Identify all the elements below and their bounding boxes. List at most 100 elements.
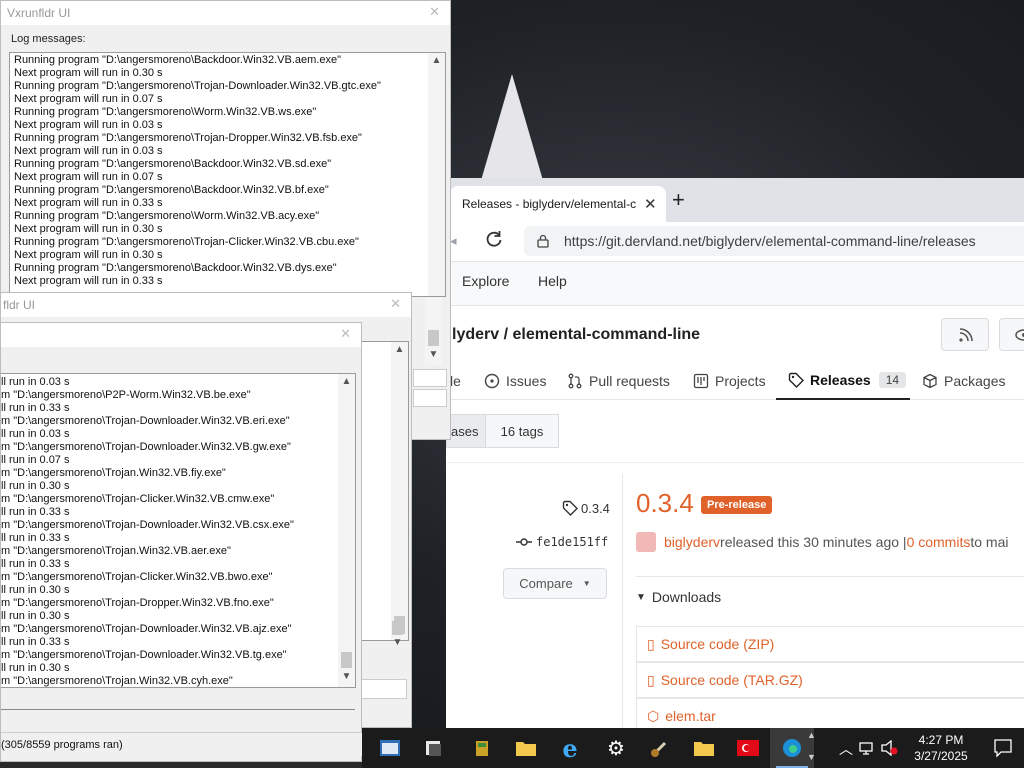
clock-date: 3/27/2025 — [914, 749, 968, 763]
release-commit-link[interactable]: fe1de151ff — [516, 535, 608, 549]
input-field[interactable] — [357, 679, 407, 699]
release-tag-link[interactable]: 0.3.4 — [562, 500, 610, 516]
project-board-icon — [693, 373, 709, 389]
tab-releases[interactable]: Releases - biglyderv/elemental-c ✕ — [450, 186, 666, 222]
caret-down-icon: ▼ — [636, 591, 646, 603]
log-messages-list[interactable]: ▲ — [357, 341, 409, 641]
scroll-up-icon[interactable]: ▲ — [340, 376, 353, 387]
nav-explore-link[interactable]: Explore — [462, 273, 509, 289]
tab-packages[interactable]: Packages — [922, 362, 1005, 400]
tab-projects[interactable]: Projects — [693, 362, 766, 400]
scroll-thumb[interactable] — [428, 330, 439, 346]
divider — [636, 576, 1024, 577]
pull-request-icon — [568, 373, 582, 389]
log-scrollbar-lower[interactable]: ▼ — [389, 611, 406, 651]
scroll-down-icon[interactable]: ▼ — [391, 637, 404, 648]
notification-icon[interactable] — [993, 738, 1013, 758]
log-scrollbar[interactable]: ▲ — [428, 53, 445, 296]
taskbar-internet-explorer-icon[interactable]: e — [548, 728, 592, 768]
eye-icon — [1015, 329, 1024, 341]
scroll-down-icon[interactable]: ▼ — [807, 752, 816, 762]
tab-close-icon[interactable]: ✕ — [644, 195, 657, 213]
author-link[interactable]: biglyderv — [664, 534, 720, 550]
taskbar-settings-gear-icon[interactable]: ⚙ — [594, 728, 638, 768]
taskbar-guitar-icon[interactable] — [638, 728, 682, 768]
log-lines: ll run in 0.03 sm "D:\angersmoreno\P2P-W… — [1, 376, 333, 687]
scroll-up-icon[interactable]: ▲ — [807, 730, 816, 740]
log-line: Running program "D:\angersmoreno\Backdoo… — [14, 184, 329, 196]
log-line: m "D:\angersmoreno\Trojan-Clicker.Win32.… — [1, 493, 275, 505]
system-tray: ▲ ▼ ︿ 4:27 PM 3/27/2025 — [807, 728, 1024, 768]
log-line: m "D:\angersmoreno\Trojan-Dropper.Win32.… — [1, 597, 274, 609]
download-source-zip[interactable]: ▯ Source code (ZIP) — [636, 626, 1024, 662]
tab-pull-requests[interactable]: Pull requests — [567, 362, 670, 400]
chevron-up-icon[interactable]: ︿ — [839, 739, 853, 759]
taskbar-flag-icon[interactable] — [726, 728, 770, 768]
nav-help-link[interactable]: Help — [538, 273, 567, 289]
package-icon: ⬡ — [647, 707, 660, 724]
lock-icon — [537, 234, 549, 248]
caret-down-icon: ▼ — [582, 579, 591, 588]
commits-link[interactable]: 0 commits — [907, 534, 971, 550]
log-line: Next program will run in 0.07 s — [14, 171, 163, 183]
taskbar-folder-icon[interactable] — [504, 728, 548, 768]
log-line: m "D:\angersmoreno\Trojan.Win32.VB.cyh.e… — [1, 675, 233, 687]
scroll-down-icon[interactable]: ▼ — [340, 671, 353, 682]
window-titlebar[interactable]: ✕ — [1, 323, 361, 347]
divider — [446, 462, 1024, 463]
taskbar-folder-icon[interactable] — [682, 728, 726, 768]
close-icon[interactable]: ✕ — [390, 296, 401, 312]
log-line: m "D:\angersmoreno\Trojan-Downloader.Win… — [1, 623, 292, 635]
gitea-page: Explore Help lyderv / elemental-command-… — [446, 262, 1024, 728]
rss-button[interactable] — [941, 318, 989, 351]
tag-icon — [562, 500, 578, 516]
releases-count-badge: 14 — [878, 372, 907, 388]
download-source-tar[interactable]: ▯ Source code (TAR.GZ) — [636, 662, 1024, 698]
log-line: m "D:\angersmoreno\P2P-Worm.Win32.VB.be.… — [1, 389, 251, 401]
log-messages-list[interactable]: Running program "D:\angersmoreno\Backdoo… — [9, 52, 446, 297]
downloads-toggle[interactable]: ▼ Downloads — [636, 589, 721, 605]
clock[interactable]: 4:27 PM 3/27/2025 — [909, 732, 973, 764]
tags-segment-button[interactable]: 16 tags — [486, 414, 559, 448]
log-messages-list[interactable]: ll run in 0.03 sm "D:\angersmoreno\P2P-W… — [1, 373, 356, 688]
close-icon[interactable]: ✕ — [429, 4, 440, 20]
release-title[interactable]: 0.3.4 — [636, 488, 694, 519]
close-icon[interactable]: ✕ — [340, 326, 351, 342]
tab-releases[interactable]: Releases 14 — [776, 362, 910, 400]
scroll-down-icon[interactable]: ▼ — [427, 349, 440, 360]
releases-segment-button[interactable]: ases — [446, 414, 486, 448]
log-scrollbar[interactable]: ▲ — [391, 342, 408, 640]
window-titlebar[interactable]: Vxrunfldr UI ✕ — [1, 1, 450, 25]
commit-hash: fe1de151ff — [536, 535, 609, 549]
avatar[interactable] — [636, 532, 656, 552]
taskbar-app-icon[interactable] — [460, 728, 504, 768]
download-asset[interactable]: ⬡ elem.tar — [636, 698, 1024, 728]
compare-button[interactable]: Compare ▼ — [503, 568, 607, 599]
scroll-up-icon[interactable]: ▲ — [430, 55, 443, 66]
repo-title[interactable]: lyderv / elemental-command-line — [452, 326, 700, 344]
reload-icon[interactable] — [484, 229, 504, 249]
log-scrollbar-lower[interactable]: ▼ — [425, 297, 442, 365]
release-meta: biglyderv released this 30 minutes ago |… — [636, 532, 1008, 552]
tab-issues[interactable]: Issues — [484, 362, 546, 400]
scroll-thumb[interactable] — [392, 621, 403, 635]
log-line: Next program will run in 0.30 s — [14, 223, 163, 235]
scroll-thumb[interactable] — [341, 652, 352, 668]
volume-muted-icon[interactable] — [881, 740, 899, 756]
window-titlebar[interactable]: fldr UI ✕ — [1, 293, 411, 317]
commit-icon — [516, 538, 532, 546]
tab-code[interactable]: le — [450, 362, 461, 400]
input-field[interactable] — [413, 389, 447, 407]
log-lines: Running program "D:\angersmoreno\Backdoo… — [14, 54, 423, 288]
log-scrollbar[interactable]: ▲ ▼ — [338, 374, 355, 687]
network-icon[interactable] — [859, 740, 875, 756]
new-tab-icon[interactable]: + — [672, 188, 685, 212]
prerelease-badge: Pre-release — [701, 496, 773, 514]
taskbar-window-icon[interactable] — [368, 728, 412, 768]
address-bar[interactable]: https://git.dervland.net/biglyderv/eleme… — [524, 226, 1024, 256]
release-tag-text: 0.3.4 — [581, 500, 610, 516]
scroll-up-icon[interactable]: ▲ — [393, 344, 406, 355]
input-field[interactable] — [413, 369, 447, 387]
watch-button[interactable] — [999, 318, 1024, 351]
taskbar-explorer-icon[interactable] — [412, 728, 456, 768]
